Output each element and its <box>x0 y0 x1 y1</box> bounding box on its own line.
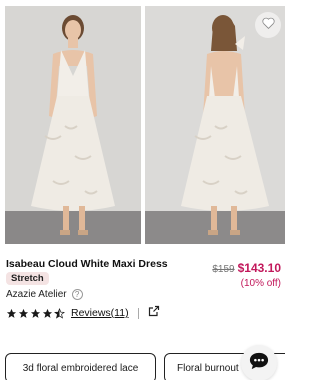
brand-row: Azazie Atelier ? <box>6 289 83 300</box>
original-price: $159 <box>212 264 235 275</box>
chat-button[interactable] <box>241 345 277 380</box>
star-icon <box>42 308 53 318</box>
half-star-icon <box>54 307 65 319</box>
product-image-front[interactable] <box>5 6 141 244</box>
chat-bubble-icon <box>248 351 270 376</box>
star-icon <box>18 308 29 318</box>
tag-chip[interactable]: 3d floral embroidered lace <box>5 353 156 380</box>
brand-name[interactable]: Azazie Atelier <box>6 289 67 300</box>
rating-stars <box>6 307 65 319</box>
rating-row: Reviews(11) <box>6 304 160 322</box>
reviews-link[interactable]: Reviews(11) <box>71 307 129 319</box>
sale-price: $143.10 <box>237 261 281 275</box>
divider <box>137 307 139 319</box>
favorite-button[interactable] <box>255 12 281 38</box>
external-link-icon[interactable] <box>148 304 160 322</box>
stretch-badge: Stretch <box>6 272 49 285</box>
discount-label: (10% off) <box>240 278 281 289</box>
product-image-back[interactable] <box>145 6 285 244</box>
star-icon <box>6 308 17 318</box>
question-circle-icon[interactable]: ? <box>71 289 83 300</box>
product-image-gallery[interactable] <box>0 0 285 244</box>
star-icon <box>30 308 41 318</box>
price-block: $159 $143.10 (10% off) <box>212 258 281 291</box>
heart-icon <box>261 16 275 34</box>
